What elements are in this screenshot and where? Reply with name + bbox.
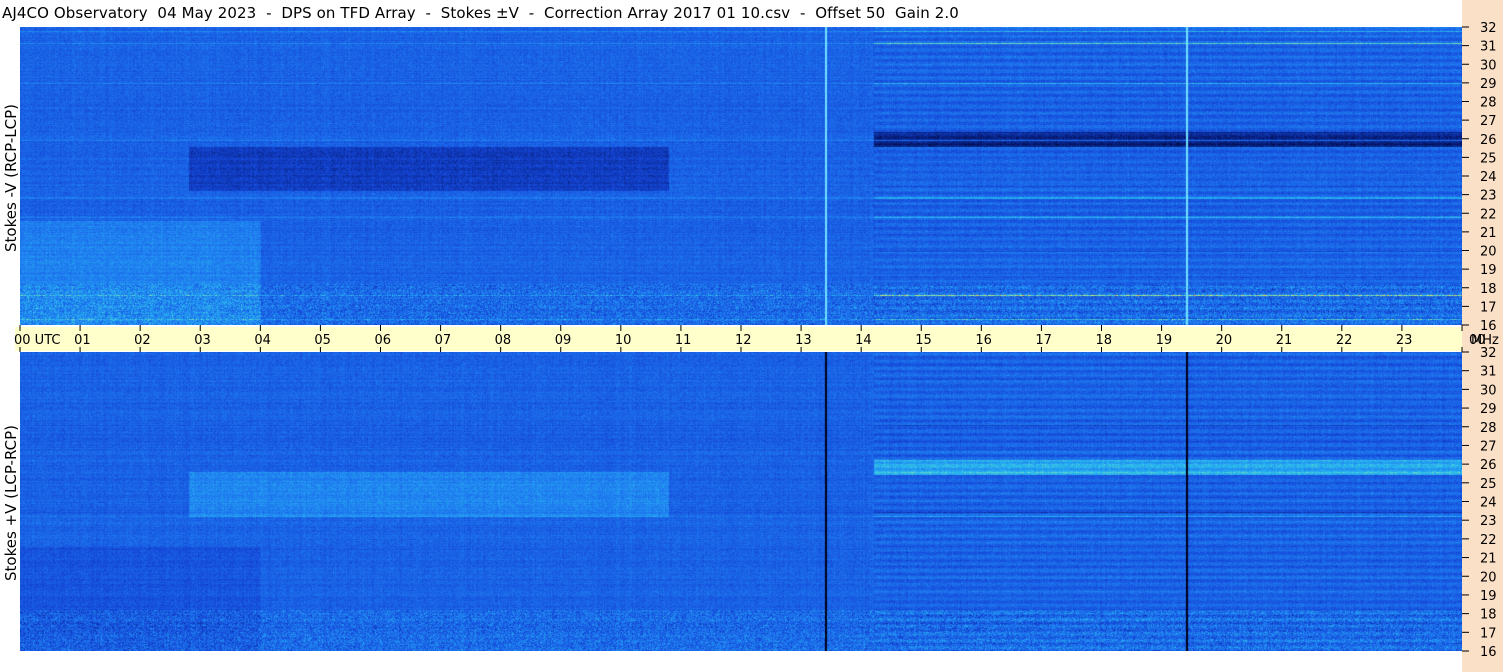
y-tick-label: 20 — [1480, 245, 1497, 260]
x-tick-label: 00 UTC — [14, 333, 60, 348]
y-tick-label: 29 — [1480, 402, 1497, 417]
y-tick-label: 23 — [1480, 189, 1497, 204]
y-tick-label: 31 — [1480, 365, 1497, 380]
y-tick-label: 25 — [1480, 151, 1497, 166]
x-tick-label: 05 — [314, 333, 331, 348]
y-tick-label: 30 — [1480, 383, 1497, 398]
x-tick-label: 21 — [1276, 333, 1293, 348]
x-tick-label: 15 — [915, 333, 932, 348]
y-tick-label: 32 — [1480, 346, 1497, 361]
x-tick-label: 03 — [194, 333, 211, 348]
y-tick-label: 16 — [1480, 645, 1497, 660]
y-tick-label: 21 — [1480, 226, 1497, 241]
y-tick-label: 31 — [1480, 40, 1497, 55]
x-tick-label: 07 — [435, 333, 452, 348]
y-tick-label: 24 — [1480, 496, 1497, 511]
x-tick-label: 09 — [555, 333, 572, 348]
x-tick-label: 06 — [375, 333, 392, 348]
x-tick-label: 01 — [74, 333, 91, 348]
x-tick-label: 20 — [1216, 333, 1233, 348]
x-tick-label: 02 — [134, 333, 151, 348]
y-tick-label: 27 — [1480, 439, 1497, 454]
x-tick-label: 08 — [495, 333, 512, 348]
y-tick-label: 25 — [1480, 477, 1497, 492]
y-tick-label: 18 — [1480, 282, 1497, 297]
x-tick-label: 10 — [615, 333, 632, 348]
y-tick-label: 28 — [1480, 96, 1497, 111]
y-tick-label: 21 — [1480, 552, 1497, 567]
x-tick-label: 13 — [795, 333, 812, 348]
y-tick-label: 16 — [1480, 319, 1497, 334]
x-tick-label: 14 — [855, 333, 872, 348]
y-tick-label: 22 — [1480, 533, 1497, 548]
y-tick-label: 18 — [1480, 608, 1497, 623]
x-tick-label: 16 — [975, 333, 992, 348]
x-tick-label: 11 — [675, 333, 692, 348]
y-tick-label: 17 — [1480, 300, 1497, 315]
x-tick-label: 18 — [1096, 333, 1113, 348]
y-tick-label: 28 — [1480, 421, 1497, 436]
y-tick-label: 20 — [1480, 570, 1497, 585]
axis-ticks: 00 UTC 01 02 03 04 05 06 07 08 09 10 11 12 13 14 15 16 17… — [14, 21, 1499, 660]
x-tick-label: 19 — [1156, 333, 1173, 348]
y-tick-label: 24 — [1480, 170, 1497, 185]
x-tick-label: 23 — [1396, 333, 1413, 348]
x-tick-label: 22 — [1336, 333, 1353, 348]
y-tick-label: 19 — [1480, 263, 1497, 278]
y-tick-label: 32 — [1480, 21, 1497, 36]
x-tick-label: 04 — [254, 333, 271, 348]
y-tick-label: 19 — [1480, 589, 1497, 604]
y-tick-label: 27 — [1480, 114, 1497, 129]
y-tick-label: 22 — [1480, 207, 1497, 222]
y-tick-label: 26 — [1480, 133, 1497, 148]
y-tick-label: 26 — [1480, 458, 1497, 473]
y-tick-label: 30 — [1480, 58, 1497, 73]
y-tick-label: 17 — [1480, 626, 1497, 641]
x-tick-label: 17 — [1035, 333, 1052, 348]
y-tick-label: 29 — [1480, 77, 1497, 92]
y-tick-label: 23 — [1480, 514, 1497, 529]
x-tick-label: 12 — [735, 333, 752, 348]
